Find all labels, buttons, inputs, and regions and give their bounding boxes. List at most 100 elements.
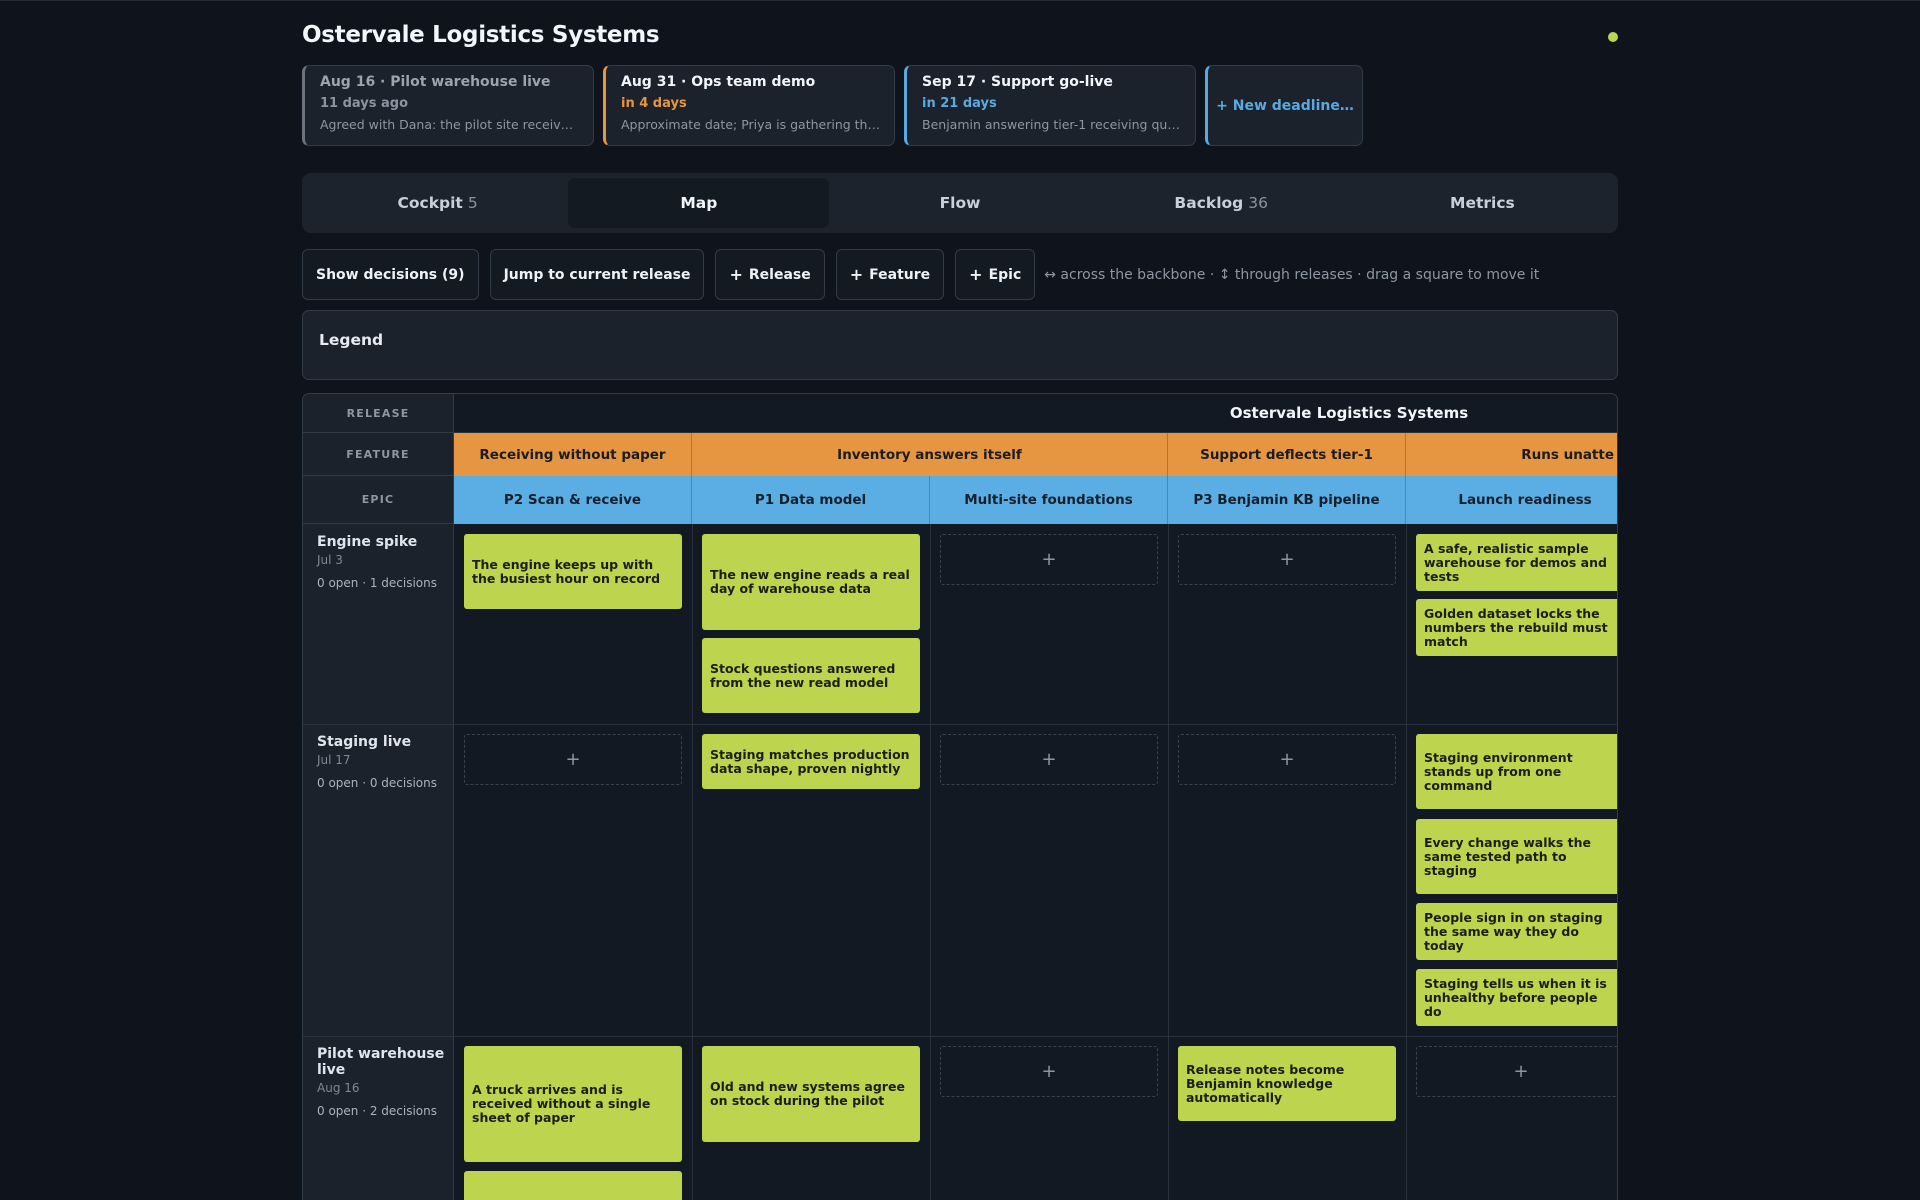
tab-cockpit[interactable]: Cockpit 5 xyxy=(307,178,568,228)
add-story-slot[interactable]: + xyxy=(940,734,1158,785)
feature-header[interactable]: Inventory answers itself xyxy=(692,433,1168,476)
deadline-relative-time: 11 days ago xyxy=(320,96,409,111)
row-divider xyxy=(303,1036,1617,1037)
app-header: Ostervale Logistics Systems xyxy=(302,22,1618,52)
button-label: Show decisions (9) xyxy=(316,266,465,283)
story-card[interactable]: Every change walks the same tested path … xyxy=(1416,819,1617,894)
button-label: Jump to current release xyxy=(503,266,691,283)
new-deadline-button[interactable]: + New deadline… xyxy=(1205,65,1363,146)
release-band[interactable]: Ostervale Logistics Systems xyxy=(454,394,1617,433)
story-card[interactable]: The engine keeps up with the busiest hou… xyxy=(464,534,682,609)
add-feature-button[interactable]: + Feature xyxy=(835,249,945,300)
tab-label: Flow xyxy=(939,194,981,212)
legend-title: Legend xyxy=(319,331,384,349)
deadline-card[interactable]: Aug 16 · Pilot warehouse live 11 days ag… xyxy=(302,65,594,146)
release-row-header[interactable]: Staging live Jul 17 0 open · 0 decisions xyxy=(317,734,445,790)
button-label: Release xyxy=(748,266,811,283)
deadline-note: Benjamin answering tier-1 receiving ques… xyxy=(922,117,1181,132)
story-card[interactable] xyxy=(464,1171,682,1200)
button-label: Feature xyxy=(869,266,931,283)
divider xyxy=(303,523,453,524)
deadline-card[interactable]: Sep 17 · Support go-live in 21 days Benj… xyxy=(904,65,1196,146)
story-card[interactable]: Old and new systems agree on stock durin… xyxy=(702,1046,920,1142)
map-toolbar: Show decisions (9) Jump to current relea… xyxy=(302,249,1539,300)
column-divider xyxy=(1168,524,1169,1200)
release-row-date: Jul 3 xyxy=(317,553,343,567)
add-epic-button[interactable]: + Epic xyxy=(955,249,1036,300)
column-divider xyxy=(692,524,693,1200)
top-border xyxy=(0,0,1920,1)
feature-row-label: FEATURE xyxy=(346,448,410,461)
column-divider xyxy=(1406,524,1407,1200)
epic-header[interactable]: Launch readiness xyxy=(1406,476,1617,524)
divider xyxy=(303,475,453,476)
release-row-name: Staging live xyxy=(317,734,412,750)
story-card[interactable]: Release notes become Benjamin knowledge … xyxy=(1178,1046,1396,1121)
tab-count: 5 xyxy=(467,194,478,212)
show-decisions-button[interactable]: Show decisions (9) xyxy=(302,249,479,300)
add-story-slot[interactable]: + xyxy=(1178,534,1396,585)
release-name: Ostervale Logistics Systems xyxy=(1229,404,1469,422)
story-card[interactable]: Staging tells us when it is unhealthy be… xyxy=(1416,969,1617,1026)
release-row-label: RELEASE xyxy=(346,407,410,420)
epic-header[interactable]: Multi-site foundations xyxy=(930,476,1168,524)
row-divider xyxy=(303,724,1617,725)
plus-icon: + xyxy=(969,265,983,284)
deadline-note: Approximate date; Priya is gathering the… xyxy=(621,117,880,132)
epic-header[interactable]: P3 Benjamin KB pipeline xyxy=(1168,476,1406,524)
epic-header[interactable]: P2 Scan & receive xyxy=(454,476,692,524)
view-tabs: Cockpit 5 Map Flow Backlog 36 Metrics xyxy=(302,173,1618,233)
release-row-header[interactable]: Pilot warehouse live Aug 16 0 open · 2 d… xyxy=(317,1046,445,1118)
story-card[interactable]: People sign in on staging the same way t… xyxy=(1416,903,1617,960)
add-story-slot[interactable]: + xyxy=(940,1046,1158,1097)
plus-icon: + xyxy=(729,265,743,284)
deadline-relative-time: in 4 days xyxy=(621,96,687,111)
jump-to-current-release-button[interactable]: Jump to current release xyxy=(489,249,705,300)
deadline-title: Sep 17 · Support go-live xyxy=(922,74,1113,90)
new-deadline-label: + New deadline… xyxy=(1216,97,1354,114)
deadline-relative-time: in 21 days xyxy=(922,96,997,111)
release-row-name: Pilot warehouse live xyxy=(317,1046,445,1078)
tab-label: Cockpit xyxy=(397,194,463,212)
release-row-header[interactable]: Engine spike Jul 3 0 open · 1 decisions xyxy=(317,534,445,590)
status-indicator xyxy=(1608,32,1618,42)
story-card[interactable]: Staging matches production data shape, p… xyxy=(702,734,920,789)
add-story-slot[interactable]: + xyxy=(940,534,1158,585)
tab-metrics[interactable]: Metrics xyxy=(1352,178,1613,228)
add-story-slot[interactable]: + xyxy=(1416,1046,1617,1097)
app-title: Ostervale Logistics Systems xyxy=(302,22,660,48)
story-card[interactable]: The new engine reads a real day of wareh… xyxy=(702,534,920,630)
story-card[interactable]: Staging environment stands up from one c… xyxy=(1416,734,1617,809)
legend-panel[interactable]: Legend xyxy=(302,310,1618,380)
deadline-title: Aug 31 · Ops team demo xyxy=(621,74,816,90)
plus-icon: + xyxy=(849,265,864,284)
feature-header[interactable]: Runs unatte xyxy=(1406,433,1617,476)
story-card[interactable]: A safe, realistic sample warehouse for d… xyxy=(1416,534,1617,591)
tab-flow[interactable]: Flow xyxy=(829,178,1090,228)
tab-map[interactable]: Map xyxy=(568,178,830,228)
feature-header[interactable]: Receiving without paper xyxy=(454,433,692,476)
tab-label: Metrics xyxy=(1450,194,1515,212)
tab-backlog[interactable]: Backlog 36 xyxy=(1091,178,1352,228)
feature-header[interactable]: Support deflects tier-1 xyxy=(1168,433,1406,476)
add-story-slot[interactable]: + xyxy=(1178,734,1396,785)
release-row-date: Jul 17 xyxy=(317,753,351,767)
story-card[interactable]: A truck arrives and is received without … xyxy=(464,1046,682,1162)
epic-header[interactable]: P1 Data model xyxy=(692,476,930,524)
column-divider xyxy=(930,524,931,1200)
divider xyxy=(303,432,453,433)
deadline-card[interactable]: Aug 31 · Ops team demo in 4 days Approxi… xyxy=(603,65,895,146)
release-row-date: Aug 16 xyxy=(317,1081,360,1095)
release-row-stats: 0 open · 1 decisions xyxy=(317,576,438,590)
story-card[interactable]: Golden dataset locks the numbers the reb… xyxy=(1416,599,1617,656)
tab-count: 36 xyxy=(1248,194,1268,212)
tab-label: Map xyxy=(680,194,718,212)
deadline-title: Aug 16 · Pilot warehouse live xyxy=(320,74,551,90)
epic-row-label: EPIC xyxy=(361,493,395,506)
story-card[interactable]: Stock questions answered from the new re… xyxy=(702,638,920,713)
add-release-button[interactable]: + Release xyxy=(715,249,825,300)
button-label: Epic xyxy=(988,266,1022,283)
release-row-stats: 0 open · 0 decisions xyxy=(317,776,438,790)
add-story-slot[interactable]: + xyxy=(464,734,682,785)
release-row-stats: 0 open · 2 decisions xyxy=(317,1104,438,1118)
